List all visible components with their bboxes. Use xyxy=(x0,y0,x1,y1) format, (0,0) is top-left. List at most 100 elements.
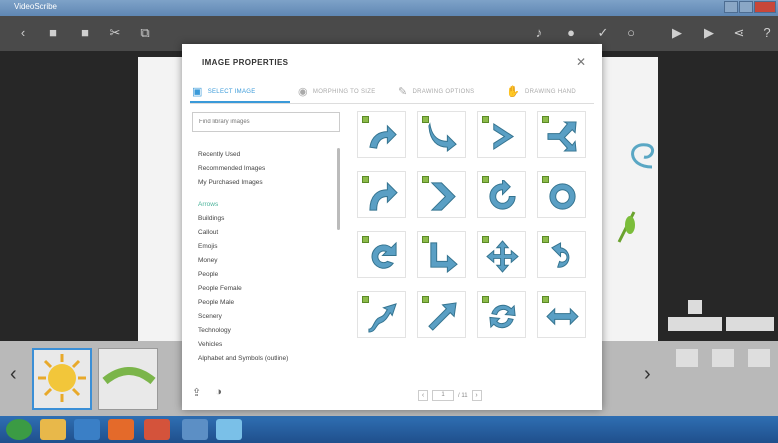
image-tile[interactable] xyxy=(537,291,586,338)
chevron-thick-right-icon xyxy=(430,182,456,211)
taskbar-office-icon[interactable] xyxy=(144,419,170,440)
sidebar-item-arrows[interactable]: Arrows xyxy=(198,198,338,212)
image-tile[interactable] xyxy=(477,171,526,218)
split-arrow-icon xyxy=(547,121,577,152)
pencil-icon: ✎ xyxy=(398,86,408,98)
taskbar-media-icon[interactable] xyxy=(182,419,208,440)
sidebar-item-vehicles[interactable]: Vehicles xyxy=(198,338,338,352)
tab-morphing-to-size[interactable]: ◉ MORPHING TO SIZE xyxy=(298,85,376,98)
add-image-button[interactable] xyxy=(676,349,698,367)
zoom-pad[interactable] xyxy=(668,317,722,331)
minimize-button[interactable] xyxy=(724,1,738,13)
image-tile[interactable] xyxy=(357,231,406,278)
tab-label: MORPHING TO SIZE xyxy=(312,88,376,95)
cut-icon[interactable]: ✂ xyxy=(106,24,124,42)
draw-icon[interactable]: ✓ xyxy=(594,24,612,42)
image-tile[interactable] xyxy=(477,291,526,338)
image-icon: ▣ xyxy=(192,86,203,98)
tab-select-image[interactable]: ▣ SELECT IMAGE xyxy=(192,85,256,98)
image-tile[interactable] xyxy=(417,171,466,218)
timeline-thumb-1[interactable] xyxy=(32,348,92,410)
sidebar-item-recently-used[interactable]: Recently Used xyxy=(198,148,338,162)
taskbar-browser-icon[interactable] xyxy=(108,419,134,440)
image-tile[interactable] xyxy=(537,111,586,158)
image-tile[interactable] xyxy=(537,171,586,218)
sidebar-item-people-male[interactable]: People Male xyxy=(198,296,338,310)
mic-icon[interactable]: ● xyxy=(562,24,580,42)
sidebar-item-callout[interactable]: Callout xyxy=(198,226,338,240)
upload-icon[interactable]: ⇪ xyxy=(192,386,201,399)
diagonal-up-arrow-icon xyxy=(428,302,457,331)
sidebar-item-buildings[interactable]: Buildings xyxy=(198,212,338,226)
zoom-level-control[interactable] xyxy=(726,317,774,331)
page-number-input[interactable]: 1 xyxy=(432,390,454,401)
active-tab-indicator xyxy=(190,101,290,103)
image-tile[interactable] xyxy=(417,291,466,338)
rotate-arrow-icon xyxy=(489,180,516,210)
tab-label: DRAWING OPTIONS xyxy=(412,88,475,95)
dialog-title: IMAGE PROPERTIES xyxy=(202,58,289,67)
web-search-icon[interactable]: ◑ xyxy=(215,386,222,399)
sidebar-item-alphabet[interactable]: Alphabet and Symbols (outline) xyxy=(198,352,338,366)
hand-icon: ✋ xyxy=(506,86,520,98)
next-page-button[interactable]: › xyxy=(471,390,482,401)
timeline-thumb-2[interactable] xyxy=(98,348,158,410)
back-icon[interactable]: ‹ xyxy=(14,24,32,42)
sidebar-item-purchased[interactable]: My Purchased Images xyxy=(198,176,338,190)
prev-page-button[interactable]: ‹ xyxy=(418,390,428,401)
close-icon[interactable]: ✕ xyxy=(576,55,586,69)
sun-thumbnail-icon xyxy=(38,354,86,402)
os-taskbar xyxy=(0,416,778,443)
tab-drawing-options[interactable]: ✎ DRAWING OPTIONS xyxy=(398,85,474,98)
u-turn-right-icon xyxy=(551,242,570,268)
image-tile[interactable] xyxy=(357,111,406,158)
sidebar-item-people-female[interactable]: People Female xyxy=(198,282,338,296)
eye-icon: ◉ xyxy=(298,86,308,98)
sidebar-item-scenery[interactable]: Scenery xyxy=(198,310,338,324)
image-tile[interactable] xyxy=(417,231,466,278)
sidebar-scrollbar[interactable] xyxy=(337,148,340,230)
add-chart-button[interactable] xyxy=(748,349,770,367)
dialog-tabs: ▣ SELECT IMAGE ◉ MORPHING TO SIZE ✎ DRAW… xyxy=(190,82,594,104)
save-icon[interactable]: ■ xyxy=(44,24,62,42)
sidebar-item-money[interactable]: Money xyxy=(198,254,338,268)
category-sidebar: Recently Used Recommended Images My Purc… xyxy=(198,148,338,366)
sidebar-item-technology[interactable]: Technology xyxy=(198,324,338,338)
window-close-button[interactable] xyxy=(754,1,776,13)
start-button[interactable] xyxy=(6,419,32,440)
taskbar-app-icon[interactable] xyxy=(74,419,100,440)
add-text-button[interactable] xyxy=(712,349,734,367)
image-tile[interactable] xyxy=(417,111,466,158)
play-icon[interactable]: ▶ xyxy=(700,24,718,42)
pagination: ‹ 1 / 11 › xyxy=(418,390,482,401)
taskbar-videoscribe-icon[interactable] xyxy=(216,419,242,440)
sidebar-item-people[interactable]: People xyxy=(198,268,338,282)
canvas-swirl-image xyxy=(631,143,655,169)
timeline-next-icon[interactable]: › xyxy=(644,363,651,386)
zoom-up-button[interactable] xyxy=(688,300,702,314)
curved-down-arrow-icon xyxy=(428,122,457,153)
image-tile[interactable] xyxy=(477,111,526,158)
music-icon[interactable]: ♪ xyxy=(530,24,548,42)
image-tile[interactable] xyxy=(537,231,586,278)
move-cross-arrows-icon xyxy=(486,240,519,273)
timeline-prev-icon[interactable]: ‹ xyxy=(10,363,17,386)
maximize-button[interactable] xyxy=(739,1,753,13)
image-tile[interactable] xyxy=(357,171,406,218)
sidebar-item-recommended[interactable]: Recommended Images xyxy=(198,162,338,176)
help-icon[interactable]: ? xyxy=(758,24,776,42)
play-from-icon[interactable]: ▶ xyxy=(668,24,686,42)
image-tile[interactable] xyxy=(477,231,526,278)
save-as-icon[interactable]: ■ xyxy=(76,24,94,42)
search-input[interactable] xyxy=(192,112,340,132)
circle-ring-icon xyxy=(549,183,576,210)
taskbar-explorer-icon[interactable] xyxy=(40,419,66,440)
tab-drawing-hand[interactable]: ✋ DRAWING HAND xyxy=(506,85,576,98)
copy-icon[interactable]: ⧉ xyxy=(136,24,154,42)
chevron-right-icon xyxy=(493,122,515,151)
image-tile[interactable] xyxy=(357,291,406,338)
settings-icon[interactable]: ○ xyxy=(622,24,640,42)
curve-right-arrow-icon xyxy=(369,181,398,211)
share-icon[interactable]: ⋖ xyxy=(730,24,748,42)
sidebar-item-emojis[interactable]: Emojis xyxy=(198,240,338,254)
